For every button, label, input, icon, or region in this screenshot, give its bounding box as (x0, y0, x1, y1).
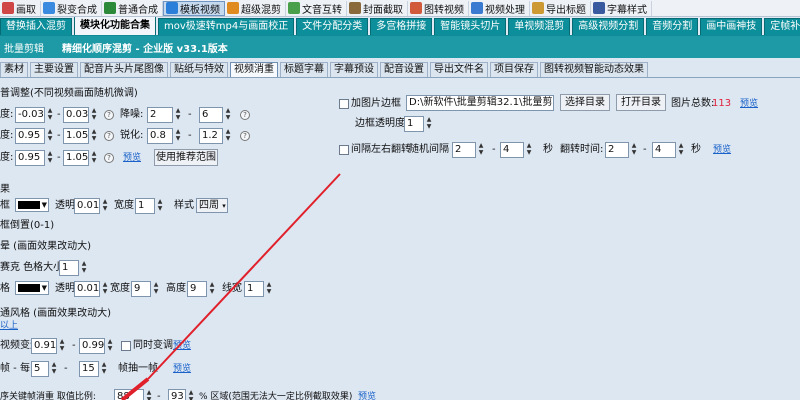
settings-tab[interactable]: 主要设置 (30, 62, 78, 77)
feature-tab[interactable]: 音频分割 (646, 18, 699, 35)
toolbar-button[interactable]: 画取 (0, 0, 41, 16)
cover-icon (349, 2, 361, 14)
toolbar-button-label: 模板视频 (180, 4, 220, 16)
annotation-arrow (120, 173, 341, 400)
toolbar-button[interactable]: 模板视频 (163, 0, 225, 16)
settings-tab[interactable]: 导出文件名 (430, 62, 488, 77)
merge-icon (43, 2, 55, 14)
toolbar-button-label: 图转视频 (424, 4, 464, 16)
feature-tab[interactable]: 文件分配分类 (296, 18, 369, 35)
feature-tab[interactable]: mov极速转mp4与画面校正 (158, 18, 295, 35)
subtitle-style-icon (593, 2, 605, 14)
toolbar-button[interactable]: 裂变合成 (41, 0, 102, 16)
toolbar-button-label: 裂变合成 (57, 4, 97, 16)
toolbar-button-label: 封面截取 (363, 4, 403, 16)
toolbar-button[interactable]: 导出标题 (530, 0, 591, 16)
toolbar-button-label: 普通合成 (118, 4, 158, 16)
settings-tab[interactable]: 贴纸与特效 (170, 62, 228, 77)
toolbar-button[interactable]: 普通合成 (102, 0, 163, 16)
template-icon (166, 2, 178, 14)
app-name: 批量剪辑 (4, 43, 44, 55)
toolbar-button[interactable]: 字幕样式 (591, 0, 652, 16)
feature-tab[interactable]: 多宫格拼接 (370, 18, 433, 35)
crop-icon (2, 2, 14, 14)
feature-tabs: 替换插入混剪 模块化功能合集 mov极速转mp4与画面校正 文件分配分类 多宫格拼接 智能… (0, 17, 800, 36)
settings-tab[interactable]: 图转视频智能动态效果 (540, 62, 648, 77)
settings-tab[interactable]: 配音片头片尾图像 (80, 62, 168, 77)
app-version-title: 精细化顺序混剪 - 企业版 v33.1版本 (62, 43, 228, 55)
video-process-icon (471, 2, 483, 14)
settings-tab[interactable]: 素材 (0, 62, 28, 77)
text-audio-icon (288, 2, 300, 14)
toolbar-button[interactable]: 视频处理 (469, 0, 530, 16)
toolbar-button-label: 超级混剪 (241, 4, 281, 16)
settings-tabs: 素材 主要设置 配音片头片尾图像 贴纸与特效 视频消重 标题字幕 字幕预设 配音设置 导出文件名… (0, 62, 800, 78)
window-titlebar: 批量剪辑 精细化顺序混剪 - 企业版 v33.1版本 (0, 36, 800, 58)
feature-tab[interactable]: 智能镜头切片 (434, 18, 507, 35)
feature-tab[interactable]: 模块化功能合集 (74, 17, 156, 35)
toolbar-button-label: 导出标题 (546, 4, 586, 16)
export-title-icon (532, 2, 544, 14)
toolbar-button-label: 文音互转 (302, 4, 342, 16)
toolbar-button[interactable]: 图转视频 (408, 0, 469, 16)
main-toolbar: 画取 裂变合成 普通合成 模板视频 超级混剪 文音互转 封面截取 图转视频 视频处理 导出标题 字幕… (0, 0, 800, 17)
toolbar-button[interactable]: 封面截取 (347, 0, 408, 16)
toolbar-button-label: 视频处理 (485, 4, 525, 16)
settings-tab[interactable]: 项目保存 (490, 62, 538, 77)
settings-tab[interactable]: 配音设置 (380, 62, 428, 77)
toolbar-button-label: 字幕样式 (607, 4, 647, 16)
feature-tab[interactable]: 替换插入混剪 (0, 18, 72, 35)
image-video-icon (410, 2, 422, 14)
toolbar-button-label: 画取 (16, 4, 36, 16)
settings-tab[interactable]: 视频消重 (230, 62, 278, 77)
dedup-panel: 普调整(不同视频画面随机微调) 度: -0.03 ▲ ▼ - 0.03 ▲ ▼ ? … (0, 79, 800, 400)
settings-tab[interactable]: 字幕预设 (330, 62, 378, 77)
feature-tab[interactable]: 定帧补帧 (764, 18, 800, 35)
toolbar-button[interactable]: 文音互转 (286, 0, 347, 16)
settings-tab[interactable]: 标题字幕 (280, 62, 328, 77)
feature-tab[interactable]: 高级视频分割 (572, 18, 645, 35)
play-icon (104, 2, 116, 14)
mix-icon (227, 2, 239, 14)
toolbar-button[interactable]: 超级混剪 (225, 0, 286, 16)
feature-tab[interactable]: 单视频混剪 (508, 18, 571, 35)
feature-tab[interactable]: 画中画神技 (700, 18, 763, 35)
